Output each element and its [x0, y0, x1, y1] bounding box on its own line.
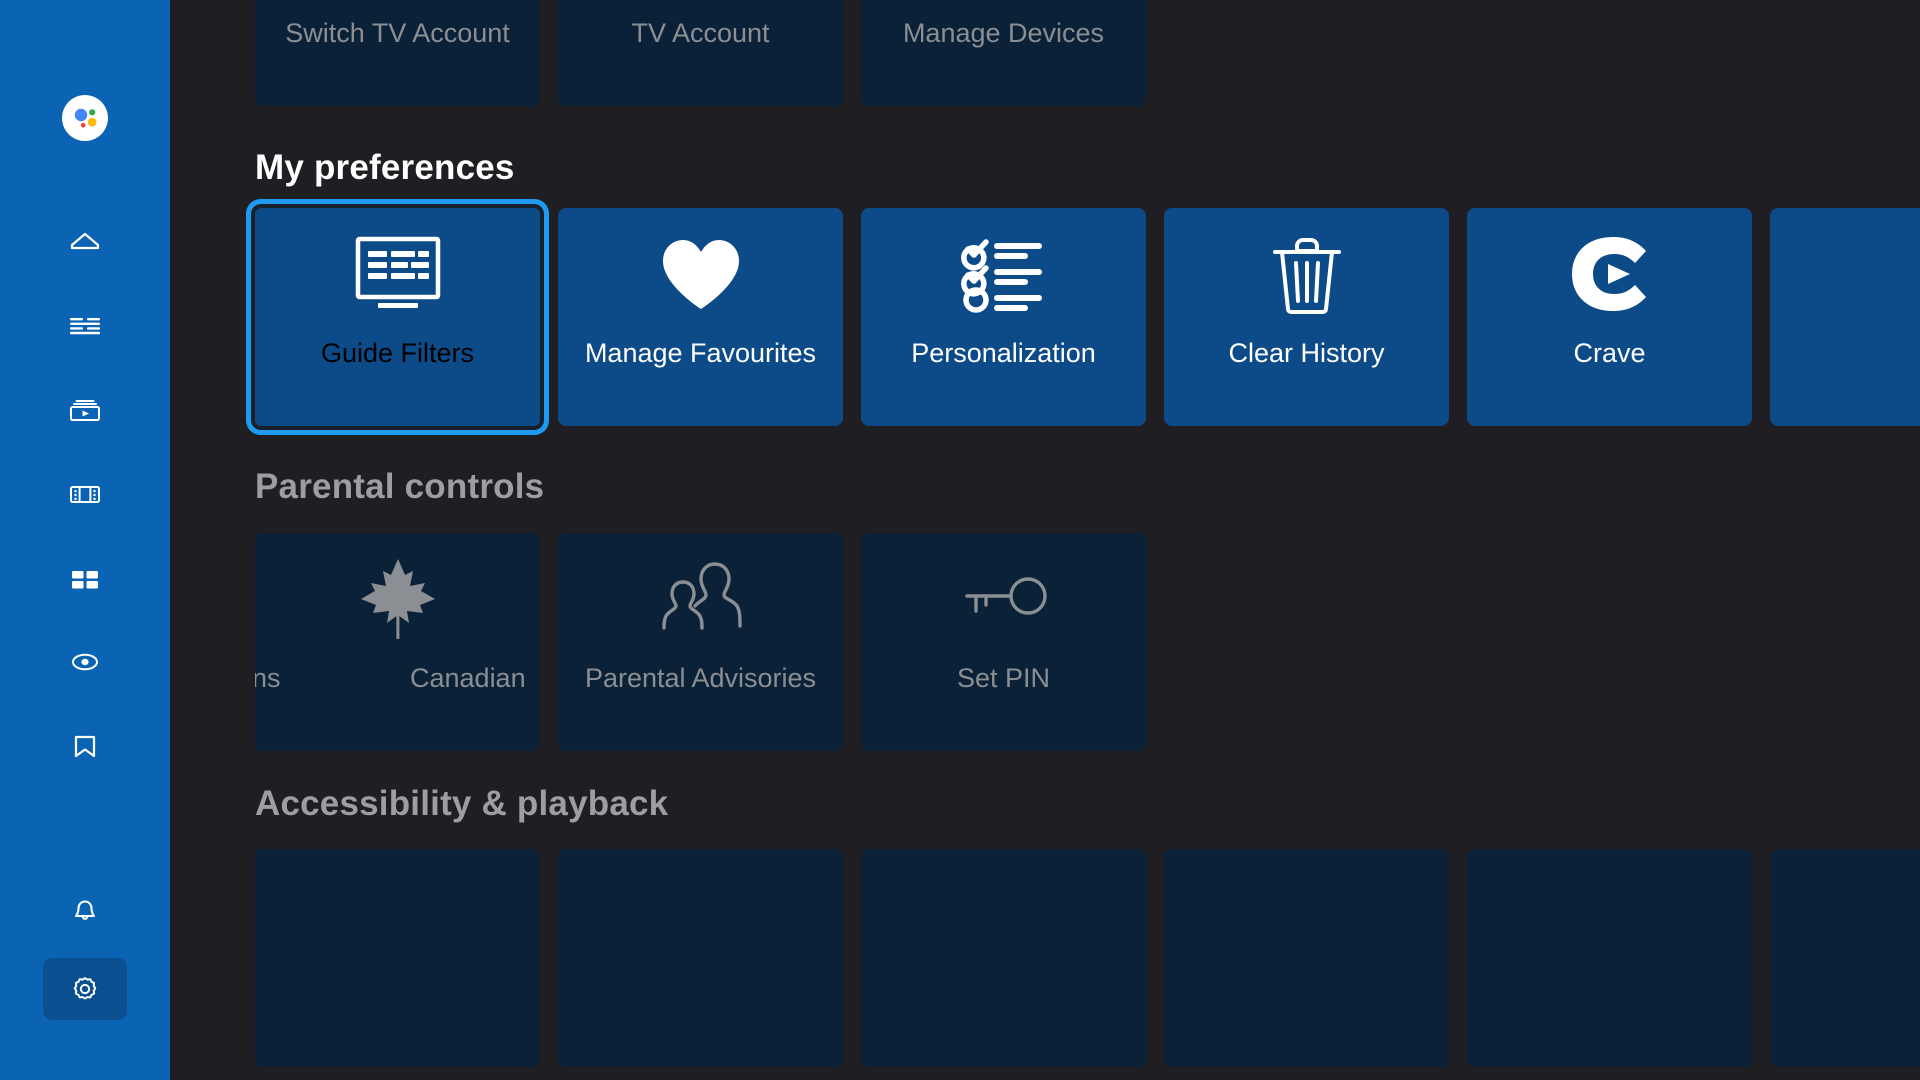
sidebar-item-notifications[interactable] — [43, 868, 127, 952]
sidebar-item-bookmarks[interactable] — [43, 704, 127, 788]
tv-account-icon — [558, 0, 843, 20]
sidebar-item-on-demand[interactable] — [43, 368, 127, 452]
sidebar-item-guide[interactable] — [43, 284, 127, 368]
maple-leaf-icon — [255, 533, 540, 665]
on-demand-icon — [70, 400, 100, 421]
sidebar-bottom-group — [0, 868, 170, 1020]
sidebar-item-recordings[interactable] — [43, 620, 127, 704]
key-icon — [861, 533, 1146, 665]
card-label-outgoing: cations — [255, 665, 281, 693]
main-sidebar — [0, 0, 170, 1080]
card-guide-filters[interactable]: Guide Filters — [255, 208, 540, 426]
row-account: Switch TV Account TV Account Manage Devi… — [170, 0, 1146, 106]
crave-logo-glyph — [1571, 237, 1646, 311]
card-label: Personalization — [911, 338, 1096, 368]
google-assistant-glyph — [74, 108, 97, 128]
card-label: Parental Advisories — [584, 663, 817, 693]
recordings-icon — [72, 653, 98, 671]
trash-icon — [1164, 208, 1449, 340]
manage-devices-icon — [861, 0, 1146, 20]
checklist-icon — [861, 208, 1146, 340]
two-people-icon — [558, 533, 843, 665]
sidebar-nav-list — [0, 200, 170, 788]
settings-gear-icon — [73, 977, 97, 1000]
trash-glyph — [1272, 238, 1341, 314]
card-set-pin[interactable]: Set PIN — [861, 533, 1146, 751]
row-accessibility-playback — [170, 849, 1920, 1067]
card-label-clipped: cations Canadian — [255, 665, 540, 693]
card-accessibility-6[interactable] — [1770, 849, 1920, 1067]
sidebar-item-home[interactable] — [43, 200, 127, 284]
card-label: Manage Devices — [902, 18, 1105, 48]
movies-icon — [70, 486, 100, 503]
card-label: TV Account — [631, 18, 770, 48]
card-manage-devices[interactable]: Manage Devices — [861, 0, 1146, 106]
crave-logo-icon — [1467, 208, 1752, 340]
apps-icon — [72, 571, 98, 589]
settings-content: Switch TV Account TV Account Manage Devi… — [170, 0, 1920, 1080]
card-label: Guide Filters — [320, 338, 475, 368]
checklist-glyph — [960, 239, 1042, 313]
google-assistant-icon[interactable] — [62, 95, 108, 141]
settings-screen: Switch TV Account TV Account Manage Devi… — [0, 0, 1920, 1080]
card-label: Clear History — [1228, 338, 1385, 368]
card-label: Set PIN — [956, 663, 1051, 693]
card-accessibility-2[interactable] — [558, 849, 843, 1067]
sidebar-item-movies[interactable] — [43, 452, 127, 536]
card-accessibility-3[interactable] — [861, 849, 1146, 1067]
card-label: Manage Favourites — [584, 338, 817, 368]
account-switch-icon — [255, 0, 540, 20]
section-heading-parental-controls: Parental controls — [255, 467, 545, 506]
card-canadian-classifications[interactable]: cations Canadian — [255, 533, 540, 751]
maple-leaf-glyph — [360, 559, 435, 639]
row-parental-controls: cations Canadian Parental Advisories — [170, 533, 1146, 751]
card-accessibility-5[interactable] — [1467, 849, 1752, 1067]
sidebar-item-settings[interactable] — [43, 958, 127, 1020]
card-label: Switch TV Account — [285, 18, 510, 48]
section-heading-my-preferences: My preferences — [255, 148, 515, 187]
bookmarks-icon — [74, 735, 96, 758]
card-tv-account[interactable]: TV Account — [558, 0, 843, 106]
home-icon — [70, 232, 100, 250]
heart-glyph — [662, 240, 739, 309]
card-crave[interactable]: Crave — [1467, 208, 1752, 426]
placeholder-icon — [1770, 208, 1920, 340]
card-accessibility-4[interactable] — [1164, 849, 1449, 1067]
section-heading-accessibility-playback: Accessibility & playback — [255, 784, 669, 823]
key-glyph — [964, 577, 1047, 615]
two-people-glyph — [661, 562, 742, 630]
card-accessibility-1[interactable] — [255, 849, 540, 1067]
guide-filters-glyph — [355, 236, 440, 308]
card-personalization[interactable]: Personalization — [861, 208, 1146, 426]
card-parental-advisories[interactable]: Parental Advisories — [558, 533, 843, 751]
card-clear-history[interactable]: Clear History — [1164, 208, 1449, 426]
card-next-partial[interactable] — [1770, 208, 1920, 426]
card-manage-favourites[interactable]: Manage Favourites — [558, 208, 843, 426]
guide-icon — [70, 318, 100, 335]
guide-filters-icon — [255, 208, 540, 340]
sidebar-item-apps[interactable] — [43, 536, 127, 620]
notifications-bell-icon — [74, 900, 96, 920]
heart-icon — [558, 208, 843, 340]
row-my-preferences: Guide Filters Manage Favourites Personal… — [170, 208, 1920, 426]
card-label: Canadian — [410, 665, 526, 693]
card-label: Crave — [1573, 338, 1646, 368]
card-switch-tv-account[interactable]: Switch TV Account — [255, 0, 540, 106]
